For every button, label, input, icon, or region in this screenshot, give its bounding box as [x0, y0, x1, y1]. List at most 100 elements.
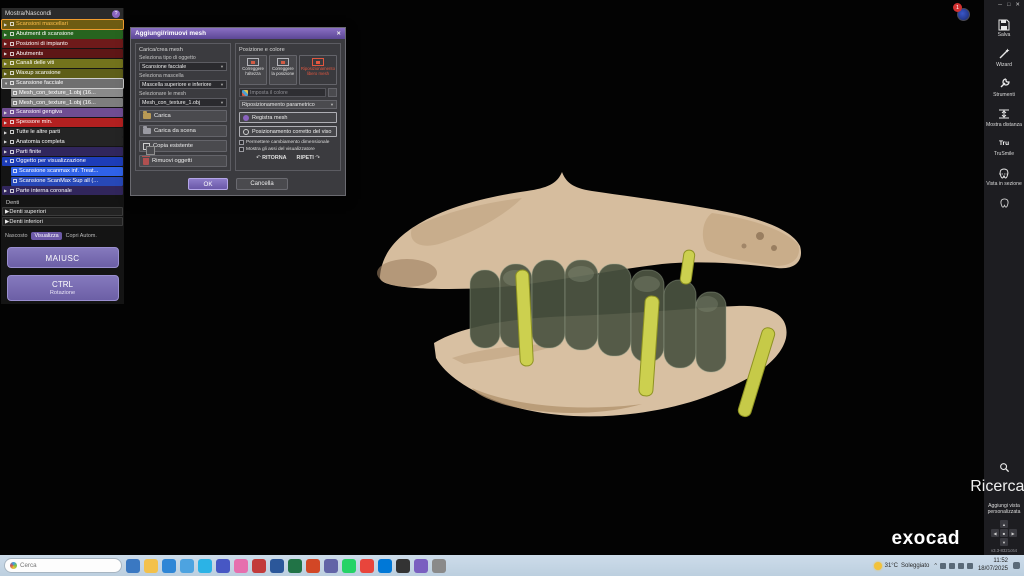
notification-center-icon[interactable] — [1013, 562, 1020, 569]
object-type-select[interactable]: Scansione facciale▼ — [139, 62, 227, 71]
layer-row-scansioni-mascellari[interactable]: ▶Scansioni mascellari — [2, 20, 123, 29]
visibility-icon[interactable] — [13, 169, 17, 173]
view-left-button[interactable]: ◀ — [991, 529, 999, 537]
visibility-icon[interactable] — [10, 52, 14, 56]
layer-row-mesh-texture-2[interactable]: Mesh_con_texture_1.obj (16... — [11, 98, 123, 107]
help-icon[interactable]: ? — [112, 10, 120, 18]
maiusc-button[interactable]: MAIUSC — [7, 247, 119, 268]
tray-icon-4[interactable] — [967, 563, 973, 569]
chrome-icon[interactable] — [360, 559, 374, 573]
layer-row-mesh-texture-1[interactable]: Mesh_con_texture_1.obj (16... — [11, 88, 123, 97]
color-picker-button[interactable] — [328, 88, 337, 97]
parametric-reposition-header[interactable]: Riposizionamento parametrico ▼ — [239, 100, 337, 109]
show-distance-tool[interactable]: Mostra distanza — [984, 108, 1024, 129]
show-axes-checkbox-row[interactable]: Mostra gli assi del visualizzatore — [239, 147, 337, 152]
excel-icon[interactable] — [288, 559, 302, 573]
maximize-icon[interactable]: □ — [1007, 2, 1010, 8]
settings-icon[interactable] — [432, 559, 446, 573]
layer-row-parti-finite[interactable]: ▶Parti finite — [2, 147, 123, 156]
correct-height-button[interactable]: Correggere l'altezza — [239, 55, 267, 85]
nascosto-label[interactable]: Nascosto — [5, 233, 27, 239]
view-right-button[interactable]: ▶ — [1009, 529, 1017, 537]
file-explorer-icon[interactable] — [144, 559, 158, 573]
section-view-tool[interactable]: Vista in sezione — [984, 167, 1024, 188]
layer-row-canali-viti[interactable]: ▶Canali delle viti — [2, 59, 123, 68]
vscode-icon[interactable] — [378, 559, 392, 573]
visibility-icon[interactable] — [13, 91, 17, 95]
widgets-weather-icon[interactable] — [126, 559, 140, 573]
mail-icon[interactable] — [180, 559, 194, 573]
layer-row-oggetto-visualizzazione[interactable]: ▼Oggetto per visualizzazione — [2, 157, 123, 166]
layer-row-spessore-min[interactable]: ▶Spessore min. — [2, 118, 123, 127]
carica-button[interactable]: Carica — [139, 110, 227, 122]
visibility-icon[interactable] — [13, 179, 17, 183]
tooth-extra-tool[interactable] — [984, 197, 1024, 210]
correct-position-button[interactable]: Correggere la posizione — [269, 55, 297, 85]
view-down-button[interactable]: ▼ — [1000, 538, 1008, 546]
rimuovi-oggetti-button[interactable]: Rimuovi oggetti — [139, 155, 227, 167]
notification-badge[interactable]: 1 — [953, 3, 962, 12]
layer-row-denti-inferiori[interactable]: ▶Denti inferiori — [2, 217, 123, 226]
layer-row-waxup-scansione[interactable]: ▶Waxup scansione — [2, 69, 123, 78]
visibility-icon[interactable] — [10, 71, 14, 75]
cancel-button[interactable]: Cancella — [236, 178, 288, 190]
visibility-icon[interactable] — [10, 150, 14, 154]
ok-button[interactable]: OK — [188, 178, 228, 190]
layer-row-scansioni-gengiva[interactable]: ▶Scansioni gengiva — [2, 108, 123, 117]
set-color-input[interactable]: Imposta il colore — [239, 88, 326, 97]
save-tool[interactable]: Salva — [984, 18, 1024, 39]
taskbar-clock[interactable]: 11:52 18/07/2025 — [978, 558, 1008, 573]
close-icon[interactable]: ✕ — [1015, 2, 1020, 8]
whatsapp-icon[interactable] — [342, 559, 356, 573]
mesh-select[interactable]: Mesh_con_texture_1.obj▼ — [139, 98, 227, 107]
copia-esistente-button[interactable]: Copia esistente — [139, 140, 227, 152]
close-icon[interactable]: ✕ — [336, 31, 341, 37]
visibility-icon[interactable] — [10, 130, 14, 134]
visibility-icon[interactable] — [10, 81, 14, 85]
photos-icon[interactable] — [216, 559, 230, 573]
checkbox-icon[interactable] — [239, 147, 244, 152]
layer-row-scanmax-inf[interactable]: Scansione scanmax inf. Treat... — [11, 167, 123, 176]
search-input[interactable] — [20, 562, 100, 569]
store-icon[interactable] — [198, 559, 212, 573]
layer-row-scanmax-sup[interactable]: Scansione ScanMax Sup all (... — [11, 177, 123, 186]
view-navigation-pad[interactable]: ▲ ◀■▶ ▼ — [991, 520, 1017, 546]
visibility-icon[interactable] — [10, 110, 14, 114]
visibility-icon[interactable] — [10, 32, 14, 36]
trusmile-tool[interactable]: Tru TruSmile — [984, 137, 1024, 158]
visibility-icon[interactable] — [10, 189, 14, 193]
jaw-select[interactable]: Mascella superiore e inferiore▼ — [139, 80, 227, 89]
hidden-icons-chevron[interactable]: ^ — [934, 563, 937, 569]
word-icon[interactable] — [270, 559, 284, 573]
layer-row-anatomia-completa[interactable]: ▶Anatomia completa — [2, 137, 123, 146]
visibility-icon[interactable] — [10, 42, 14, 46]
edge-browser-icon[interactable] — [162, 559, 176, 573]
wizard-tool[interactable]: Wizard — [984, 48, 1024, 69]
layer-row-posizioni-impianto[interactable]: ▶Posizioni di impianto — [2, 39, 123, 48]
carica-da-scena-button[interactable]: Carica da scena — [139, 125, 227, 137]
layer-row-abutments[interactable]: ▶Abutments — [2, 49, 123, 58]
paint-icon[interactable] — [234, 559, 248, 573]
tools-tool[interactable]: Strumenti — [984, 78, 1024, 99]
visibility-icon[interactable] — [13, 101, 17, 105]
visibility-icon[interactable] — [10, 61, 14, 65]
free-reposition-button[interactable]: Riposizionamento libero mesh — [299, 55, 337, 85]
face-position-button[interactable]: Posizionamento corretto del viso — [239, 126, 337, 137]
allow-scaling-checkbox-row[interactable]: Permettere cambiamento dimensionale — [239, 140, 337, 145]
layer-row-tutte-altre-parti[interactable]: ▶Tutte le altre parti — [2, 128, 123, 137]
ctrl-rotazione-button[interactable]: CTRL Rotazione — [7, 275, 119, 301]
undo-button[interactable]: ↶ RITORNA — [256, 155, 286, 161]
dialog-titlebar[interactable]: Aggiungi/rimuovi mesh ✕ — [131, 28, 345, 39]
checkbox-icon[interactable] — [239, 140, 244, 145]
view-up-button[interactable]: ▲ — [1000, 520, 1008, 528]
teams-icon[interactable] — [324, 559, 338, 573]
snipping-tool-icon[interactable] — [252, 559, 266, 573]
visibility-icon[interactable] — [10, 140, 14, 144]
visibility-icon[interactable] — [10, 22, 14, 26]
tray-icon-1[interactable] — [940, 563, 946, 569]
layer-row-scansione-facciale[interactable]: ▼Scansione facciale — [2, 79, 123, 88]
system-tray[interactable]: ^ — [934, 563, 973, 569]
dental-3d-model[interactable] — [352, 158, 832, 458]
redo-button[interactable]: RIPETI ↷ — [297, 155, 320, 161]
tray-icon-3[interactable] — [958, 563, 964, 569]
